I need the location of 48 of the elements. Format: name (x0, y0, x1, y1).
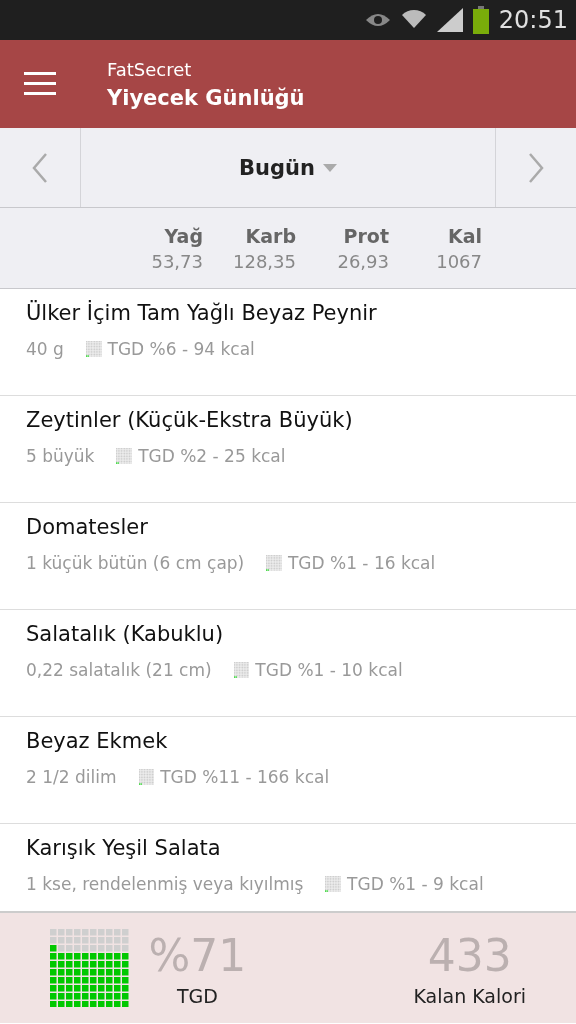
grid-icon (325, 876, 342, 892)
portion-text: 1 küçük bütün (6 cm çap) (26, 553, 245, 573)
food-entry[interactable]: Salatalık (Kabuklu) 0,22 salatalık (21 cm) TGD %1 - 10 kcal (0, 610, 576, 717)
rdi-label: TGD (176, 984, 218, 1007)
food-name: Ülker İçim Tam Yağlı Beyaz Peynir (26, 301, 378, 325)
nutrient-label: Karb (245, 224, 296, 247)
rdi-calories-text: TGD %11 - 166 kcal (160, 767, 330, 787)
clock-time: 20:51 (498, 6, 568, 34)
food-name: Salatalık (Kabuklu) (26, 622, 225, 646)
rdi-calories-text: TGD %1 - 10 kcal (255, 660, 403, 680)
food-entry[interactable]: Ülker İçim Tam Yağlı Beyaz Peynir 40 g TGD %6 - 94 kcal (0, 289, 576, 396)
rdi-calories-text: TGD %6 - 94 kcal (107, 339, 255, 359)
portion-text: 5 büyük (26, 446, 95, 466)
nutrient-label: Prot (343, 224, 389, 247)
nutrient-value: 128,35 (233, 250, 296, 272)
food-name: Karışık Yeşil Salata (26, 836, 222, 860)
remaining-calories-label: Kalan Kalori (413, 984, 526, 1007)
grid-icon (233, 662, 250, 678)
grid-icon (116, 448, 133, 464)
nutrient-label: Yağ (164, 224, 203, 247)
eye-icon (364, 12, 391, 28)
grid-icon (266, 555, 282, 571)
rdi-calories-text: TGD %2 - 25 kcal (138, 446, 286, 466)
food-entry[interactable]: Zeytinler (Küçük-Ekstra Büyük) 5 büyük TGD %2 - 25 kcal (0, 396, 576, 503)
portion-text: 0,22 salatalık (21 cm) (26, 660, 212, 680)
grid-icon (85, 341, 102, 357)
chevron-left-icon (32, 152, 48, 183)
rdi-calories-text: TGD %1 - 16 kcal (287, 553, 436, 573)
battery-icon (472, 6, 489, 34)
chevron-right-icon (528, 152, 544, 183)
food-name: Beyaz Ekmek (26, 729, 169, 753)
portion-text: 2 1/2 dilim (26, 767, 117, 787)
grid-icon (138, 769, 155, 785)
food-name: Zeytinler (Küçük-Ekstra Büyük) (26, 408, 354, 432)
food-entry[interactable]: Domatesler 1 küçük bütün (6 cm çap) TGD %1 - 16 kcal (0, 503, 576, 610)
nutrient-label: Kal (447, 224, 482, 247)
caret-icon (322, 163, 337, 172)
food-entry[interactable]: Beyaz Ekmek 2 1/2 dilim TGD %11 - 166 kcal (0, 717, 576, 824)
rdi-calories-text: TGD %1 - 9 kcal (347, 874, 484, 894)
portion-text: 40 g (26, 339, 64, 359)
app-name: FatSecret (107, 58, 193, 80)
nutrient-value: 26,93 (337, 250, 389, 272)
screen-title: Yiyecek Günlüğü (107, 85, 305, 110)
nutrient-value: 53,73 (151, 250, 203, 272)
portion-text: 1 kse, rendelenmiş veya kıyılmış (26, 874, 304, 894)
signal-icon (436, 8, 463, 32)
nutrient-value: 1067 (436, 250, 482, 272)
food-name: Domatesler (26, 515, 149, 539)
